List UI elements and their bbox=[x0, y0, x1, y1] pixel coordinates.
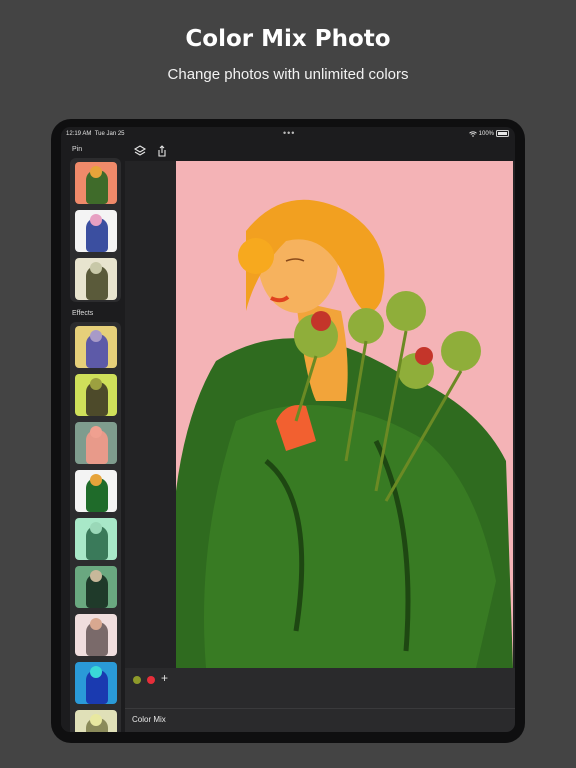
app-screen: 12:19 AM Tue Jan 25 ••• 100% Pin Effects bbox=[61, 127, 515, 732]
effects-section-label: Effects bbox=[72, 310, 94, 317]
promo-title: Color Mix Photo bbox=[185, 26, 391, 52]
thumbnail-head bbox=[90, 666, 102, 678]
add-color-button[interactable]: + bbox=[161, 671, 168, 685]
edited-photo[interactable] bbox=[176, 161, 513, 668]
effect-thumbnail[interactable] bbox=[75, 710, 117, 732]
effect-thumbnail[interactable] bbox=[75, 518, 117, 560]
status-date: Tue Jan 25 bbox=[94, 131, 125, 137]
layers-icon[interactable] bbox=[133, 144, 147, 158]
effect-thumbnail[interactable] bbox=[75, 422, 117, 464]
effects-group bbox=[70, 322, 121, 732]
wifi-icon bbox=[468, 130, 477, 137]
status-time-date: 12:19 AM Tue Jan 25 bbox=[66, 131, 125, 137]
mode-label[interactable]: Color Mix bbox=[132, 715, 166, 724]
effect-thumbnail[interactable] bbox=[75, 662, 117, 704]
effect-thumbnail[interactable] bbox=[75, 326, 117, 368]
status-time: 12:19 AM bbox=[66, 131, 92, 137]
pin-thumbnail[interactable] bbox=[75, 210, 117, 252]
effect-thumbnail[interactable] bbox=[75, 566, 117, 608]
portrait-image bbox=[176, 161, 513, 668]
pin-group bbox=[70, 158, 121, 302]
pin-thumbnail[interactable] bbox=[75, 162, 117, 204]
status-bar: 12:19 AM Tue Jan 25 ••• 100% bbox=[61, 127, 515, 141]
thumbnail-head bbox=[90, 166, 102, 178]
thumbnail-head bbox=[90, 214, 102, 226]
effect-thumbnail[interactable] bbox=[75, 470, 117, 512]
effect-thumbnail[interactable] bbox=[75, 374, 117, 416]
color-swatch-olive[interactable] bbox=[133, 676, 141, 684]
effect-thumbnail[interactable] bbox=[75, 614, 117, 656]
toolbar bbox=[125, 141, 515, 161]
thumbnail-head bbox=[90, 570, 102, 582]
thumbnail-head bbox=[90, 426, 102, 438]
status-right: 100% bbox=[468, 130, 509, 137]
thumbnail-head bbox=[90, 378, 102, 390]
thumbnail-head bbox=[90, 262, 102, 274]
battery-icon bbox=[496, 130, 509, 137]
thumbnail-head bbox=[90, 714, 102, 726]
thumbnail-head bbox=[90, 618, 102, 630]
color-panel: + Color Mix bbox=[125, 668, 515, 732]
more-dots-icon[interactable]: ••• bbox=[283, 128, 295, 138]
thumbnail-head bbox=[90, 330, 102, 342]
pin-section-label: Pin bbox=[72, 146, 83, 153]
battery-percent: 100% bbox=[478, 130, 494, 137]
pin-thumbnail[interactable] bbox=[75, 258, 117, 300]
divider bbox=[125, 708, 515, 709]
thumbnail-head bbox=[90, 474, 102, 486]
promo-subtitle: Change photos with unlimited colors bbox=[167, 66, 409, 83]
thumbnail-head bbox=[90, 522, 102, 534]
share-icon[interactable] bbox=[155, 144, 169, 158]
sidebar: Pin Effects bbox=[61, 141, 125, 732]
color-swatch-red[interactable] bbox=[147, 676, 155, 684]
